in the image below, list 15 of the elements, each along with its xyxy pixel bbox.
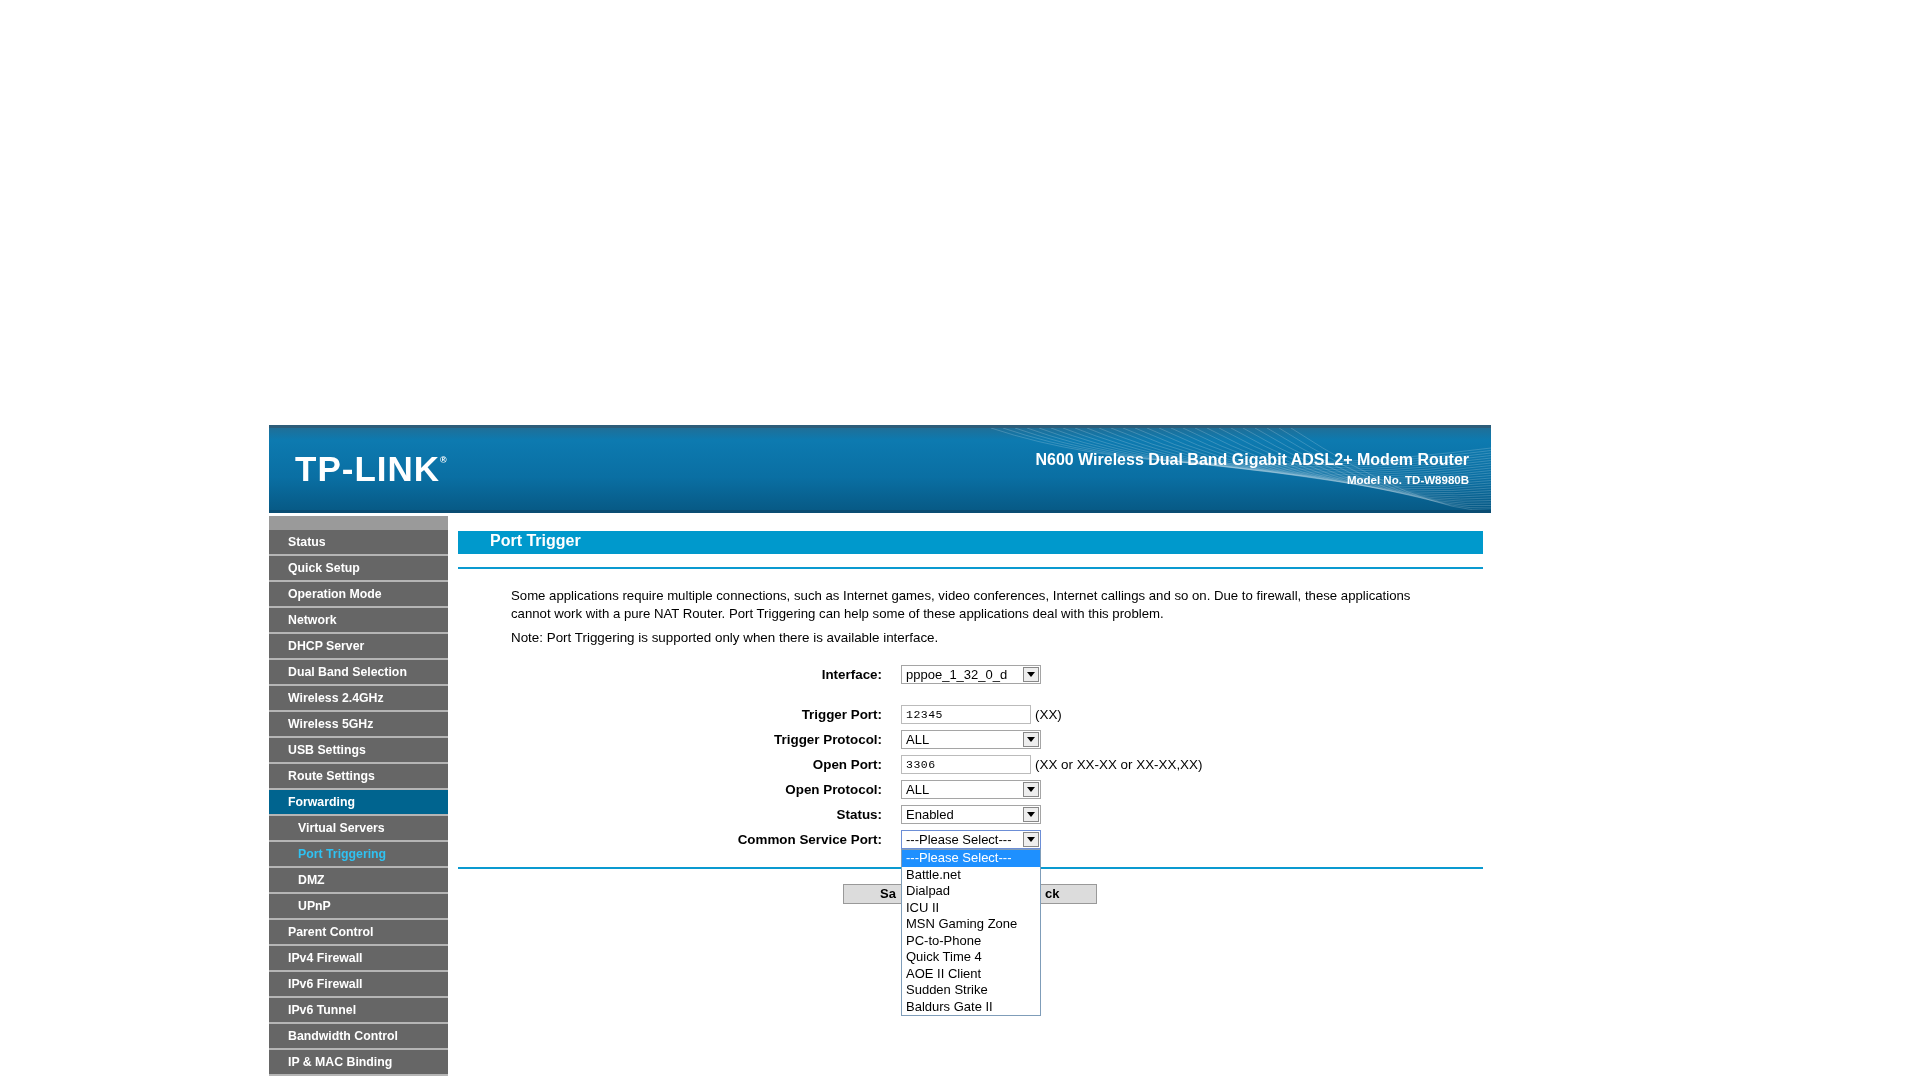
field-label: Interface: [820,665,883,684]
field-label: Trigger Protocol: [773,730,883,749]
product-name: N600 Wireless Dual Band Gigabit ADSL2+ Modem Router [1035,450,1469,471]
description-text: Some applications require multiple connections, such as Internet games, video conferences, Internet callings and so on. Due to firewall, these applications cannot work with a pure NAT Router. Port Triggering can help some of these applications deal with this problem. [510,587,1412,623]
field-label: Common Service Port: [736,830,883,849]
field-label: Open Port: [811,755,883,774]
page-title: Port Trigger [458,531,1483,554]
note-text: Note: Port Triggering is supported only when there is available interface. [510,629,940,647]
brand-logo: TP-LINK$^{®}$ [295,447,448,490]
model-number: Model No. TD-W8980B [1345,473,1469,489]
format-hint: (XX or XX-XX or XX-XX,XX) [1035,755,1203,774]
field-label: Open Protocol: [784,780,883,799]
field-label: Status: [835,805,883,824]
format-hint: (XX) [1035,705,1062,724]
field-label: Trigger Port: [800,705,883,724]
